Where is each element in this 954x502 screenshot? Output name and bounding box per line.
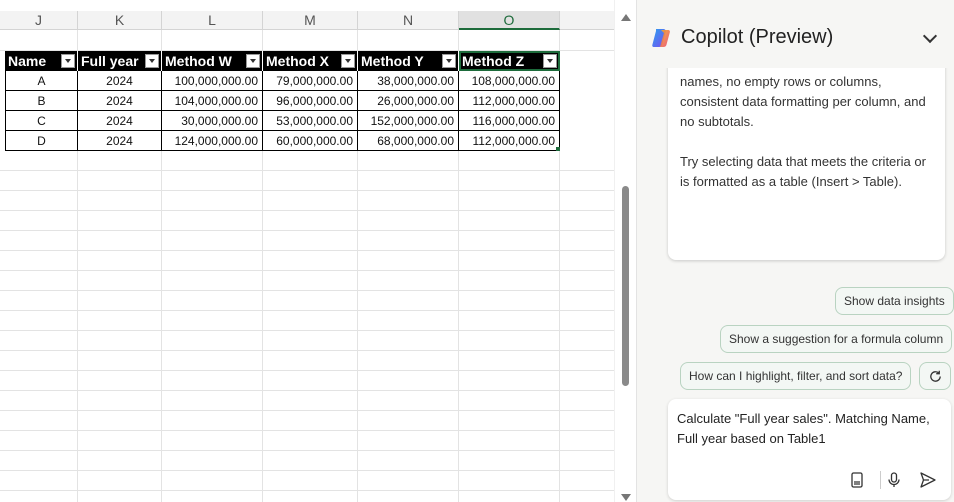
microphone-icon[interactable] bbox=[885, 471, 903, 489]
table-cell[interactable]: 2024 bbox=[78, 91, 162, 111]
table-cell[interactable]: 2024 bbox=[78, 71, 162, 91]
gridline bbox=[0, 270, 614, 271]
gridline bbox=[0, 230, 614, 231]
gridline bbox=[0, 490, 614, 491]
table-cell[interactable]: 38,000,000.00 bbox=[358, 71, 459, 91]
gridline bbox=[0, 170, 614, 171]
table-cell[interactable]: 2024 bbox=[78, 131, 162, 151]
filter-dropdown-icon[interactable] bbox=[442, 54, 456, 68]
prompt-composer[interactable]: Calculate "Full year sales". Matching Na… bbox=[668, 399, 951, 500]
gridline bbox=[0, 450, 614, 451]
table-cell[interactable]: 2024 bbox=[78, 111, 162, 131]
suggestion-highlight-filter-sort[interactable]: How can I highlight, filter, and sort da… bbox=[680, 362, 912, 390]
table-cell[interactable]: C bbox=[5, 111, 78, 131]
table-cell[interactable]: 108,000,000.00 bbox=[459, 71, 560, 91]
gridline bbox=[0, 370, 614, 371]
gridline bbox=[0, 330, 614, 331]
scroll-up-icon[interactable] bbox=[621, 14, 631, 21]
table-cell[interactable]: D bbox=[5, 131, 78, 151]
gridline bbox=[0, 210, 614, 211]
send-icon[interactable] bbox=[919, 471, 937, 489]
column-header-l[interactable]: L bbox=[162, 11, 263, 30]
gridline bbox=[0, 290, 614, 291]
filter-dropdown-icon[interactable] bbox=[145, 54, 159, 68]
table-header-label: Name bbox=[8, 53, 47, 69]
vertical-scrollbar[interactable] bbox=[614, 0, 634, 502]
column-header-o[interactable]: O bbox=[459, 11, 560, 30]
spreadsheet[interactable]: J K L M N O Name Full year Method W Meth… bbox=[0, 0, 614, 502]
table-header-label: Method X bbox=[266, 53, 329, 69]
table-cell[interactable]: 112,000,000.00 bbox=[459, 91, 560, 111]
copilot-logo-icon bbox=[652, 29, 670, 47]
table-cell[interactable]: B bbox=[5, 91, 78, 111]
table-cell[interactable]: 116,000,000.00 bbox=[459, 111, 560, 131]
chevron-down-icon[interactable] bbox=[922, 28, 938, 44]
table-header-method-x[interactable]: Method X bbox=[263, 51, 358, 71]
table-header-method-y[interactable]: Method Y bbox=[358, 51, 459, 71]
table-resize-handle[interactable] bbox=[556, 147, 560, 151]
prompt-input[interactable]: Calculate "Full year sales". Matching Na… bbox=[677, 409, 949, 449]
table-header-full-year[interactable]: Full year bbox=[78, 51, 162, 71]
table-header-label: Method Z bbox=[462, 53, 525, 69]
table-header-name[interactable]: Name bbox=[5, 51, 78, 71]
gridline bbox=[0, 430, 614, 431]
composer-divider bbox=[880, 471, 881, 489]
assistant-message-card: header row with different column names, … bbox=[668, 50, 945, 260]
filter-dropdown-icon[interactable] bbox=[246, 54, 260, 68]
table-cell[interactable]: 30,000,000.00 bbox=[162, 111, 263, 131]
message-paragraph-2: Try selecting data that meets the criter… bbox=[680, 154, 926, 189]
assistant-message-text: header row with different column names, … bbox=[680, 50, 938, 192]
table-cell[interactable]: 26,000,000.00 bbox=[358, 91, 459, 111]
filter-dropdown-icon[interactable] bbox=[61, 54, 75, 68]
column-header-k[interactable]: K bbox=[78, 11, 162, 30]
column-header-row: J K L M N O bbox=[0, 11, 614, 30]
scroll-down-icon[interactable] bbox=[621, 494, 631, 501]
table-header-label: Full year bbox=[81, 53, 139, 69]
filter-dropdown-icon[interactable] bbox=[543, 54, 557, 68]
table-header-label: Method Y bbox=[361, 53, 424, 69]
column-header-m[interactable]: M bbox=[263, 11, 358, 30]
table-cell[interactable]: 96,000,000.00 bbox=[263, 91, 358, 111]
table-cell[interactable]: 104,000,000.00 bbox=[162, 91, 263, 111]
filter-dropdown-icon[interactable] bbox=[341, 54, 355, 68]
table-cell[interactable]: 68,000,000.00 bbox=[358, 131, 459, 151]
suggestion-formula-column[interactable]: Show a suggestion for a formula column bbox=[720, 325, 953, 353]
gridline bbox=[0, 310, 614, 311]
table-header-method-z[interactable]: Method Z bbox=[459, 51, 560, 71]
gridline bbox=[0, 350, 614, 351]
table-cell[interactable]: 53,000,000.00 bbox=[263, 111, 358, 131]
gridline bbox=[0, 410, 614, 411]
table-cell[interactable]: 60,000,000.00 bbox=[263, 131, 358, 151]
table-cell[interactable]: 124,000,000.00 bbox=[162, 131, 263, 151]
gridline bbox=[0, 250, 614, 251]
gridline bbox=[0, 470, 614, 471]
table-cell[interactable]: 152,000,000.00 bbox=[358, 111, 459, 131]
gridline bbox=[0, 190, 614, 191]
column-header-n[interactable]: N bbox=[358, 11, 459, 30]
table-cell[interactable]: 112,000,000.00 bbox=[459, 131, 560, 151]
table-cell[interactable]: 100,000,000.00 bbox=[162, 71, 263, 91]
table-cell[interactable]: A bbox=[5, 71, 78, 91]
scrollbar-thumb[interactable] bbox=[622, 186, 629, 386]
sheet-top-strip bbox=[0, 0, 614, 11]
copilot-header: Copilot (Preview) bbox=[637, 0, 954, 68]
table-cell[interactable]: 79,000,000.00 bbox=[263, 71, 358, 91]
suggestion-show-data-insights[interactable]: Show data insights bbox=[835, 287, 954, 315]
gridline bbox=[0, 390, 614, 391]
copilot-title: Copilot (Preview) bbox=[681, 26, 834, 48]
refresh-suggestions-button[interactable] bbox=[919, 362, 951, 390]
column-header-j[interactable]: J bbox=[0, 11, 78, 30]
table-header-method-w[interactable]: Method W bbox=[162, 51, 263, 71]
refresh-icon bbox=[930, 370, 941, 382]
copilot-pane: header row with different column names, … bbox=[636, 0, 954, 502]
notebook-icon[interactable] bbox=[848, 471, 866, 489]
table-header-label: Method W bbox=[165, 53, 232, 69]
message-paragraph-1: names, no empty rows or columns, consist… bbox=[680, 74, 926, 129]
